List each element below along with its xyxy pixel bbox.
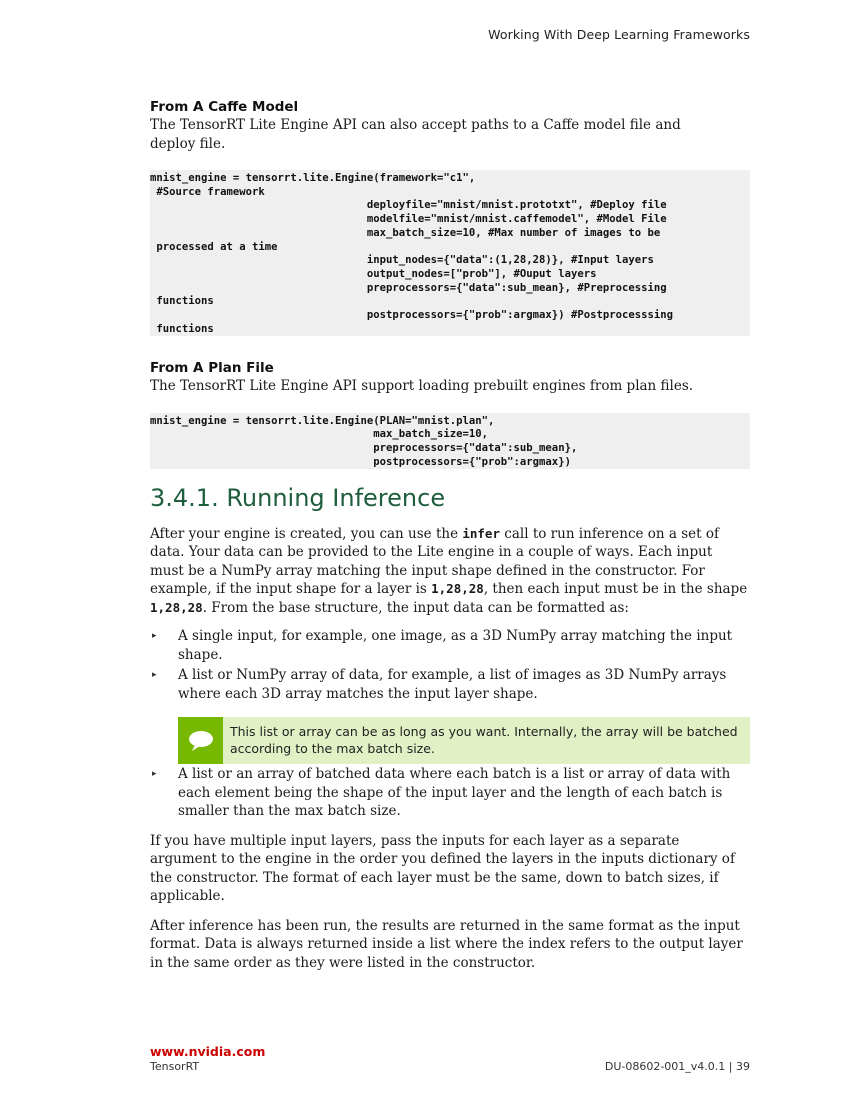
page-content: From A Caffe Model The TensorRT Lite Eng… <box>150 98 750 972</box>
bullet-text: A single input, for example, one image, … <box>178 628 733 663</box>
inference-paragraph-2: If you have multiple input layers, pass … <box>150 832 735 905</box>
footer-doc-id-page-number: DU-08602-001_v4.0.1 | 39 <box>604 1060 750 1073</box>
bullet-marker-icon: ▸ <box>152 769 157 779</box>
bullet-marker-icon: ▸ <box>152 631 157 641</box>
plan-code-block: mnist_engine = tensorrt.lite.Engine(PLAN… <box>150 412 750 469</box>
list-item: ▸ A single input, for example, one image,… <box>150 627 750 664</box>
caffe-code-block: mnist_engine = tensorrt.lite.Engine(fram… <box>150 170 750 336</box>
heading-caffe-model: From A Caffe Model <box>150 99 299 115</box>
inline-code-shape-2: 1,28,28 <box>150 599 203 615</box>
footer-product-name: TensorRT <box>150 1060 200 1073</box>
inference-paragraph-1: After your engine is created, you can us… <box>150 525 750 618</box>
bullet-text: A list or an array of batched data where… <box>178 766 731 819</box>
bullet-text: A list or NumPy array of data, for examp… <box>178 667 727 702</box>
para1-text-c: , then each input must be in the shape <box>483 581 748 597</box>
list-item: ▸ A list or NumPy array of data, for exam… <box>150 666 750 703</box>
bullet-marker-icon: ▸ <box>152 670 157 680</box>
input-format-list: ▸ A single input, for example, one image,… <box>150 627 750 703</box>
note-text: This list or array can be as long as you… <box>230 724 738 756</box>
running-header: Working With Deep Learning Frameworks <box>488 27 750 42</box>
plan-description: The TensorRT Lite Engine API support loa… <box>150 378 694 394</box>
speech-bubble-icon <box>178 717 223 764</box>
section-title-running-inference: 3.4.1. Running Inference <box>150 483 446 512</box>
note-callout: This list or array can be as long as you… <box>178 717 750 764</box>
heading-plan-file: From A Plan File <box>150 360 274 376</box>
para1-text-d: . From the base structure, the input dat… <box>202 599 629 616</box>
inference-paragraph-3: After inference has been run, the result… <box>150 917 743 971</box>
inline-code-shape-1: 1,28,28 <box>431 581 484 596</box>
inline-code-infer: infer <box>462 525 500 541</box>
input-format-list-continued: ▸ A list or an array of batched data wher… <box>150 765 750 821</box>
para1-text-a: After your engine is created, you can us… <box>150 525 463 542</box>
list-item: ▸ A list or an array of batched data wher… <box>150 765 750 821</box>
nvidia-website-link[interactable]: www.nvidia.com <box>150 1044 265 1059</box>
caffe-description: The TensorRT Lite Engine API can also ac… <box>150 117 681 152</box>
